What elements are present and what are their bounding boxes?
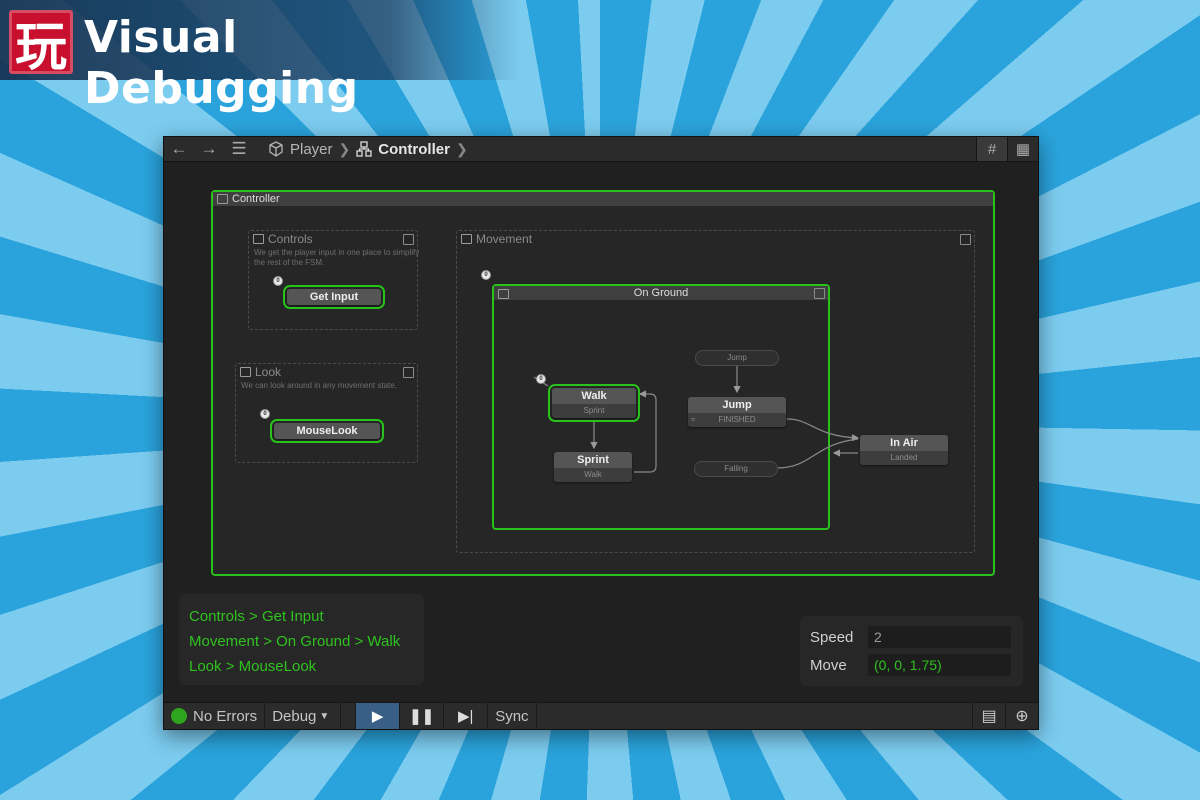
group-controls-label: Controls <box>268 232 313 246</box>
group-controls-note: We get the player input in one place to … <box>254 248 420 267</box>
status-indicator-icon <box>171 708 187 724</box>
group-icon <box>461 234 472 244</box>
group-look-note: We can look around in any movement state… <box>241 381 397 390</box>
bottom-toolbar: No Errors Debug ▼ ▶ ❚❚ ▶| Sync ▤ ⊕ <box>164 702 1038 729</box>
fsm-controller-label: Controller <box>232 193 280 205</box>
state-get-input[interactable]: Get Input <box>283 285 385 309</box>
state-walk-title: Walk <box>552 388 636 404</box>
play-button[interactable]: ▶ <box>356 703 401 729</box>
group-controls[interactable]: Controls We get the player input in one … <box>248 230 419 330</box>
state-mouselook[interactable]: MouseLook <box>270 419 384 443</box>
state-mouselook-title: MouseLook <box>274 423 380 439</box>
event-falling[interactable]: Falling <box>694 461 778 477</box>
start-marker: 0 <box>536 374 546 384</box>
start-marker: 0 <box>260 409 270 419</box>
active-state-line: Controls > Get Input <box>189 608 324 625</box>
state-sprint[interactable]: Sprint Walk <box>554 452 632 482</box>
variable-speed-row: Speed 2 <box>810 626 1011 648</box>
start-marker: 0 <box>273 276 283 286</box>
hierarchy-icon <box>217 194 228 204</box>
state-in-air[interactable]: In Air Landed <box>860 435 948 465</box>
fsm-controller[interactable]: Controller Controls We get the player in… <box>211 190 995 576</box>
step-button[interactable]: ▶| <box>444 703 489 729</box>
menu-icon[interactable]: ☰ <box>224 139 254 159</box>
state-jump[interactable]: Jump ≈ FINISHED <box>688 397 786 427</box>
forward-arrow-icon[interactable]: → <box>194 139 224 159</box>
variable-move-row: Move (0, 0, 1.75) <box>810 654 1011 676</box>
collapse-icon[interactable] <box>960 234 971 245</box>
group-movement-label: Movement <box>476 232 533 246</box>
toolbar-spacer <box>341 703 357 729</box>
variable-move-label: Move <box>810 656 847 674</box>
variable-move-value[interactable]: (0, 0, 1.75) <box>868 654 1011 676</box>
minimap-icon[interactable]: ▦ <box>1007 137 1038 161</box>
variables-panel: Speed 2 Move (0, 0, 1.75) <box>800 616 1023 686</box>
state-sprint-title: Sprint <box>554 452 632 468</box>
state-sprint-transition: Walk <box>584 470 602 479</box>
state-walk-transition: Sprint <box>583 406 605 415</box>
top-toolbar: ← → ☰ Player ❯ Controller ❯ # ▦ <box>164 137 1038 162</box>
back-arrow-icon[interactable]: ← <box>164 139 194 159</box>
state-in-air-title: In Air <box>860 435 948 451</box>
state-walk[interactable]: Walk Sprint <box>548 384 640 422</box>
breadcrumb-controller[interactable]: Controller <box>356 141 450 158</box>
pause-icon: ❚❚ <box>409 708 435 725</box>
play-icon: ▶ <box>371 708 384 725</box>
state-jump-transition: ≈ FINISHED <box>688 413 786 427</box>
log-icon[interactable]: ▤ <box>972 703 1005 729</box>
state-jump-title: Jump <box>688 397 786 413</box>
group-look[interactable]: Look We can look around in any movement … <box>235 363 418 463</box>
state-get-input-title: Get Input <box>287 289 381 305</box>
active-states-panel: Controls > Get Input Movement > On Groun… <box>179 594 424 685</box>
error-status[interactable]: No Errors <box>164 703 266 729</box>
breadcrumb-separator-icon: ❯ <box>338 140 351 157</box>
start-marker: 0 <box>481 270 491 280</box>
sync-button[interactable]: Sync <box>488 703 537 729</box>
breadcrumb-controller-label: Controller <box>378 140 450 158</box>
variable-speed-label: Speed <box>810 628 854 646</box>
title-banner: 玩 Visual Debugging <box>0 0 520 114</box>
sync-button-label: Sync <box>495 707 529 725</box>
breadcrumb-separator-icon: ❯ <box>455 140 468 157</box>
state-in-air-transition: Landed <box>890 453 918 462</box>
error-status-label: No Errors <box>193 707 258 725</box>
pause-button[interactable]: ❚❚ <box>400 703 445 729</box>
breadcrumb-player-label: Player <box>290 140 333 158</box>
collapse-icon[interactable] <box>403 234 414 245</box>
debug-mode-label: Debug <box>272 707 317 725</box>
grid-toggle-icon[interactable]: # <box>976 137 1007 161</box>
breadcrumb-player[interactable]: Player <box>268 141 333 158</box>
signal-icon: ≈ <box>691 415 696 424</box>
state-jump-transition-label: FINISHED <box>718 415 756 424</box>
fsm-controller-header: Controller <box>213 192 993 206</box>
dropdown-arrow-icon: ▼ <box>319 710 330 722</box>
hierarchy-icon <box>356 141 372 157</box>
crosshair-icon[interactable]: ⊕ <box>1005 703 1038 729</box>
cube-icon <box>269 141 283 157</box>
editor-window: ← → ☰ Player ❯ Controller ❯ # ▦ Controll… <box>163 136 1039 730</box>
debug-mode-dropdown[interactable]: Debug ▼ <box>265 703 342 729</box>
active-state-line: Look > MouseLook <box>189 658 317 675</box>
logo: 玩 <box>9 10 73 78</box>
variable-speed-value[interactable]: 2 <box>868 626 1011 648</box>
group-look-label: Look <box>255 365 282 379</box>
event-jump[interactable]: Jump <box>695 350 779 366</box>
active-state-line: Movement > On Ground > Walk <box>189 633 401 650</box>
collapse-icon[interactable] <box>403 367 414 378</box>
step-icon: ▶| <box>457 708 474 725</box>
group-icon <box>253 234 264 244</box>
fsm-on-ground[interactable]: On Ground 0 Walk Sprint Sprint Walk Jump… <box>492 284 860 530</box>
page-title: Visual Debugging <box>84 12 359 114</box>
group-icon <box>240 367 251 377</box>
